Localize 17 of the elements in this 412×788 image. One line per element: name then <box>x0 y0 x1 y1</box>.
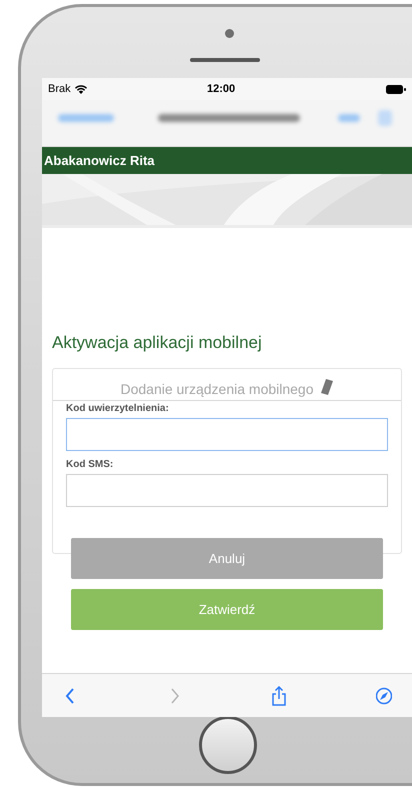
input-field[interactable] <box>66 418 388 451</box>
card-title: Dodanie urządzenia mobilnego <box>120 381 314 398</box>
page-title: Aktywacja aplikacji mobilnej <box>52 332 262 354</box>
cancel-button[interactable]: Anuluj <box>71 538 383 579</box>
share-icon[interactable] <box>271 686 288 706</box>
user-name: Abakanowicz Rita <box>44 152 155 170</box>
compass-icon[interactable] <box>376 686 392 706</box>
confirm-button[interactable]: Zatwierdź <box>71 589 383 630</box>
field-label: Kod uwierzytelnienia: <box>66 403 170 415</box>
battery-icon <box>386 84 406 94</box>
carrier-text: Brak <box>48 82 71 97</box>
speaker-icon <box>190 58 260 62</box>
wifi-icon <box>74 84 87 94</box>
clock-text: 12:00 <box>207 82 236 97</box>
field-label: Kod SMS: <box>66 459 114 471</box>
phone-icon <box>320 378 334 396</box>
input-field[interactable] <box>66 474 388 507</box>
